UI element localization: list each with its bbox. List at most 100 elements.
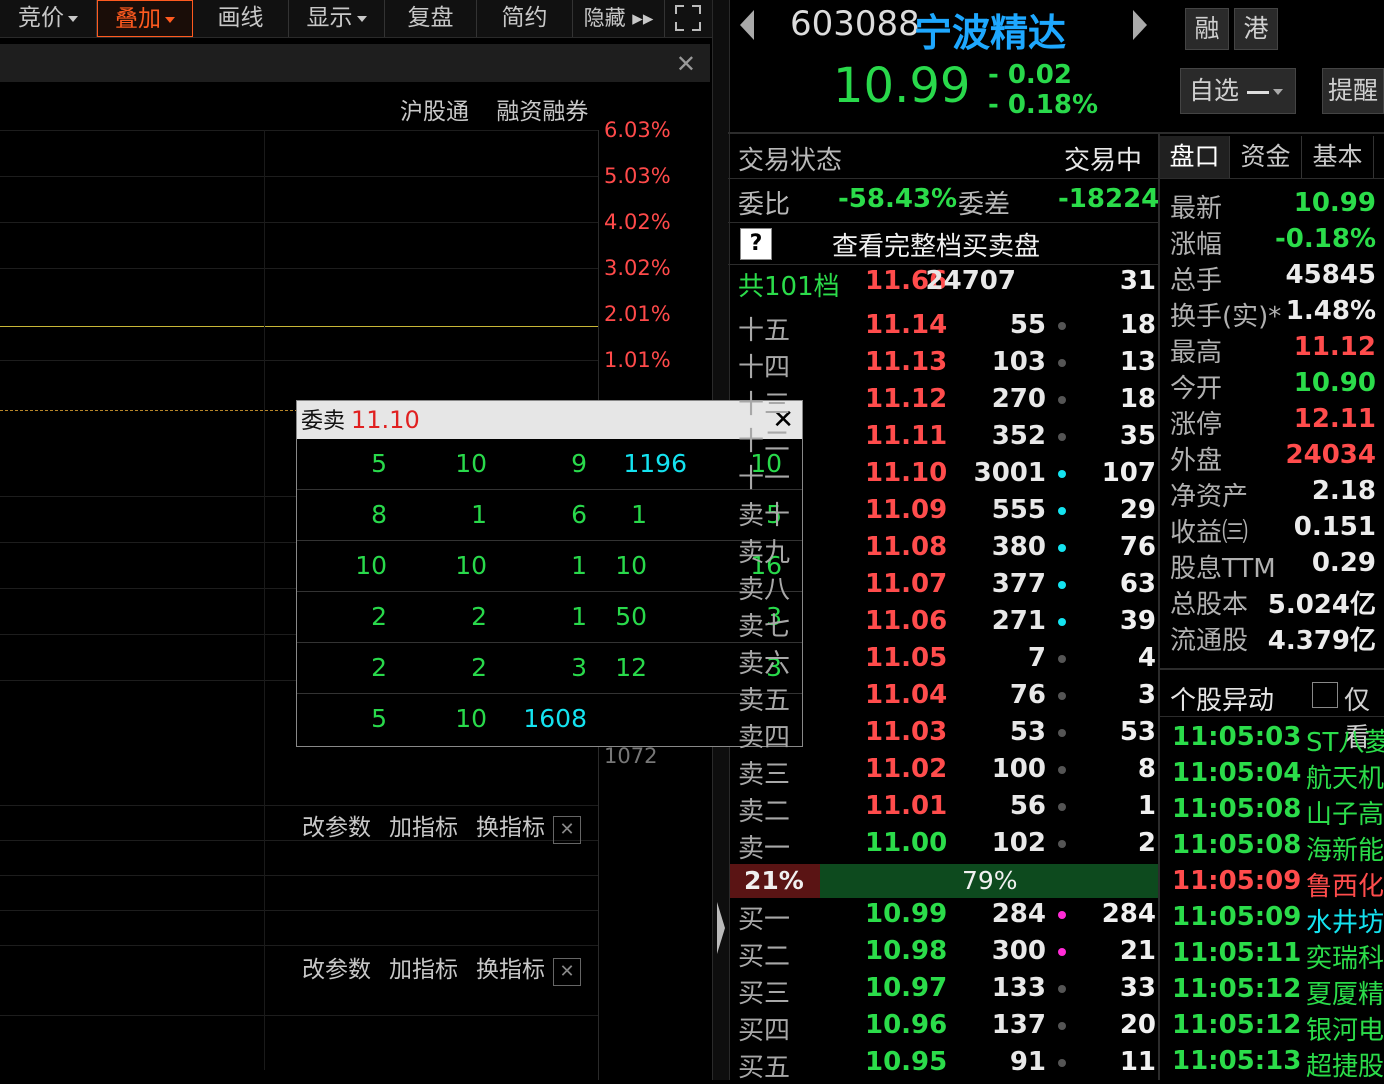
level-count: 8	[1137, 754, 1156, 784]
prev-stock-icon[interactable]	[740, 10, 754, 40]
sell-level-row[interactable]: 卖九 11.08 380 76	[738, 532, 1156, 569]
stock-name[interactable]: 宁波精达	[914, 2, 1066, 57]
stat-row: 涨停 12.11	[1170, 404, 1376, 440]
display-menu[interactable]: 显示	[289, 0, 385, 37]
weicha-label: 委差	[958, 190, 1011, 220]
level-name: 卖二	[738, 797, 791, 827]
tab-funds[interactable]: 资金	[1230, 136, 1302, 178]
event-row[interactable]: 11:05:13超捷股份	[1172, 1046, 1384, 1082]
replay-button[interactable]: 复盘	[385, 0, 477, 37]
level-count: 21	[1119, 936, 1156, 966]
event-time: 11:05:08	[1172, 794, 1302, 824]
stat-value: 0.151	[1293, 512, 1376, 542]
switch-indicator-button[interactable]: 换指标	[476, 815, 545, 841]
grid-line	[0, 1015, 598, 1016]
level-price: 11.13	[865, 347, 948, 377]
switch-indicator-button[interactable]: 换指标	[476, 957, 545, 983]
sell-ratio-label: 79%	[962, 866, 1018, 895]
close-icon[interactable]: ✕	[553, 958, 581, 986]
level-volume: 91	[1009, 1047, 1046, 1077]
queue-cell: 1	[571, 602, 587, 631]
margin-badge-button[interactable]: 融	[1185, 8, 1229, 50]
dot-icon	[1058, 1059, 1066, 1067]
event-row[interactable]: 11:05:11奕瑞科技	[1172, 938, 1384, 974]
buy-level-row[interactable]: 买二 10.98 300 21	[738, 936, 1156, 973]
level-count: 35	[1119, 421, 1156, 451]
queue-cell: 5	[371, 704, 387, 733]
full-depth-link[interactable]: 查看完整档买卖盘	[832, 226, 1040, 263]
tab-margin[interactable]: 融资融券	[496, 99, 588, 125]
buy-level-row[interactable]: 买五 10.95 91 11	[738, 1047, 1156, 1084]
event-row[interactable]: 11:05:08海新能科	[1172, 830, 1384, 866]
stat-value: 4.379亿	[1267, 626, 1376, 656]
close-icon[interactable]: ✕	[553, 816, 581, 844]
level-price: 10.95	[865, 1047, 948, 1077]
level-volume: 300	[991, 936, 1046, 966]
event-row[interactable]: 11:05:08山子高科	[1172, 794, 1384, 830]
add-indicator-button[interactable]: 加指标	[389, 957, 458, 983]
simple-button[interactable]: 简约	[477, 0, 573, 37]
sell-level-row[interactable]: 卖五 11.04 76 3	[738, 680, 1156, 717]
level-volume: 380	[991, 532, 1046, 562]
buy-level-row[interactable]: 买一 10.99 284 284	[738, 899, 1156, 936]
overlay-menu[interactable]: 叠加	[97, 0, 193, 37]
stat-label: 总股本	[1170, 590, 1249, 620]
event-row[interactable]: 11:05:04航天机电	[1172, 758, 1384, 794]
watchlist-button[interactable]: 自选	[1180, 68, 1296, 114]
expand-icon[interactable]	[665, 0, 710, 37]
event-row[interactable]: 11:05:12银河电子	[1172, 1010, 1384, 1046]
sell-level-row[interactable]: 十五 11.14 55 18	[738, 310, 1156, 347]
tab-handicap[interactable]: 盘口	[1160, 136, 1230, 178]
grid-line	[0, 805, 598, 806]
event-row[interactable]: 11:05:09鲁西化工	[1172, 866, 1384, 902]
buy-level-row[interactable]: 买四 10.96 137 20	[738, 1010, 1156, 1047]
next-stock-icon[interactable]	[1133, 10, 1147, 40]
queue-row: 5 10 1608	[297, 694, 802, 744]
help-icon[interactable]: ?	[740, 228, 772, 260]
tab-basic[interactable]: 基本	[1302, 136, 1374, 178]
dot-icon	[1058, 985, 1066, 993]
edit-params-button[interactable]: 改参数	[302, 815, 371, 841]
dot-icon	[1058, 433, 1066, 441]
divider	[1160, 668, 1384, 670]
sell-level-row[interactable]: 卖一 11.00 102 2	[738, 828, 1156, 865]
queue-cell: 2	[371, 602, 387, 631]
auction-menu[interactable]: 竞价	[0, 0, 97, 37]
stat-value: 1.48%	[1285, 296, 1376, 326]
level-price: 11.12	[865, 384, 948, 414]
sell-level-row[interactable]: 卖八 11.07 377 63	[738, 569, 1156, 606]
sell-level-row[interactable]: 卖四 11.03 53 53	[738, 717, 1156, 754]
draw-line-button[interactable]: 画线	[193, 0, 289, 37]
sell-level-row[interactable]: 卖十 11.09 555 29	[738, 495, 1156, 532]
sell-level-row[interactable]: 十二 11.11 352 35	[738, 421, 1156, 458]
sell-level-row[interactable]: 十三 11.12 270 18	[738, 384, 1156, 421]
event-row[interactable]: 11:05:09 水井坊	[1172, 902, 1384, 938]
level-volume: 352	[991, 421, 1046, 451]
pct-label: 3.02%	[604, 256, 671, 280]
level-count: 2	[1137, 828, 1156, 858]
level-count: 13	[1119, 347, 1156, 377]
event-row[interactable]: 11:05:12夏厦精密	[1172, 974, 1384, 1010]
event-time: 11:05:09	[1172, 866, 1302, 896]
add-indicator-button[interactable]: 加指标	[389, 815, 458, 841]
tab-hk-connect[interactable]: 沪股通	[400, 99, 469, 125]
hk-badge-button[interactable]: 港	[1234, 8, 1278, 50]
sell-level-row[interactable]: 十一 11.10 3001 107	[738, 458, 1156, 495]
sell-level-row[interactable]: 卖七 11.06 271 39	[738, 606, 1156, 643]
sell-level-row[interactable]: 卖六 11.05 7 4	[738, 643, 1156, 680]
sell-level-row[interactable]: 卖二 11.01 56 1	[738, 791, 1156, 828]
sell-level-row[interactable]: 卖三 11.02 100 8	[738, 754, 1156, 791]
event-row[interactable]: 11:05:03 ST八菱	[1172, 722, 1384, 758]
alert-button[interactable]: 提醒	[1322, 68, 1384, 114]
edit-params-button[interactable]: 改参数	[302, 957, 371, 983]
stat-row: 总手 45845	[1170, 260, 1376, 296]
price-change-pct: - 0.18%	[988, 90, 1099, 120]
hide-button[interactable]: 隐藏 ▸▸	[573, 0, 665, 37]
only-watchlist-checkbox[interactable]	[1312, 682, 1338, 708]
level-price: 11.06	[865, 606, 948, 636]
close-icon[interactable]: ✕	[676, 50, 696, 78]
sell-level-row[interactable]: 十四 11.13 103 13	[738, 347, 1156, 384]
buy-level-row[interactable]: 买三 10.97 133 33	[738, 973, 1156, 1010]
chart-tabs: 沪股通 融资融券	[400, 92, 588, 126]
level-count: 18	[1119, 310, 1156, 340]
